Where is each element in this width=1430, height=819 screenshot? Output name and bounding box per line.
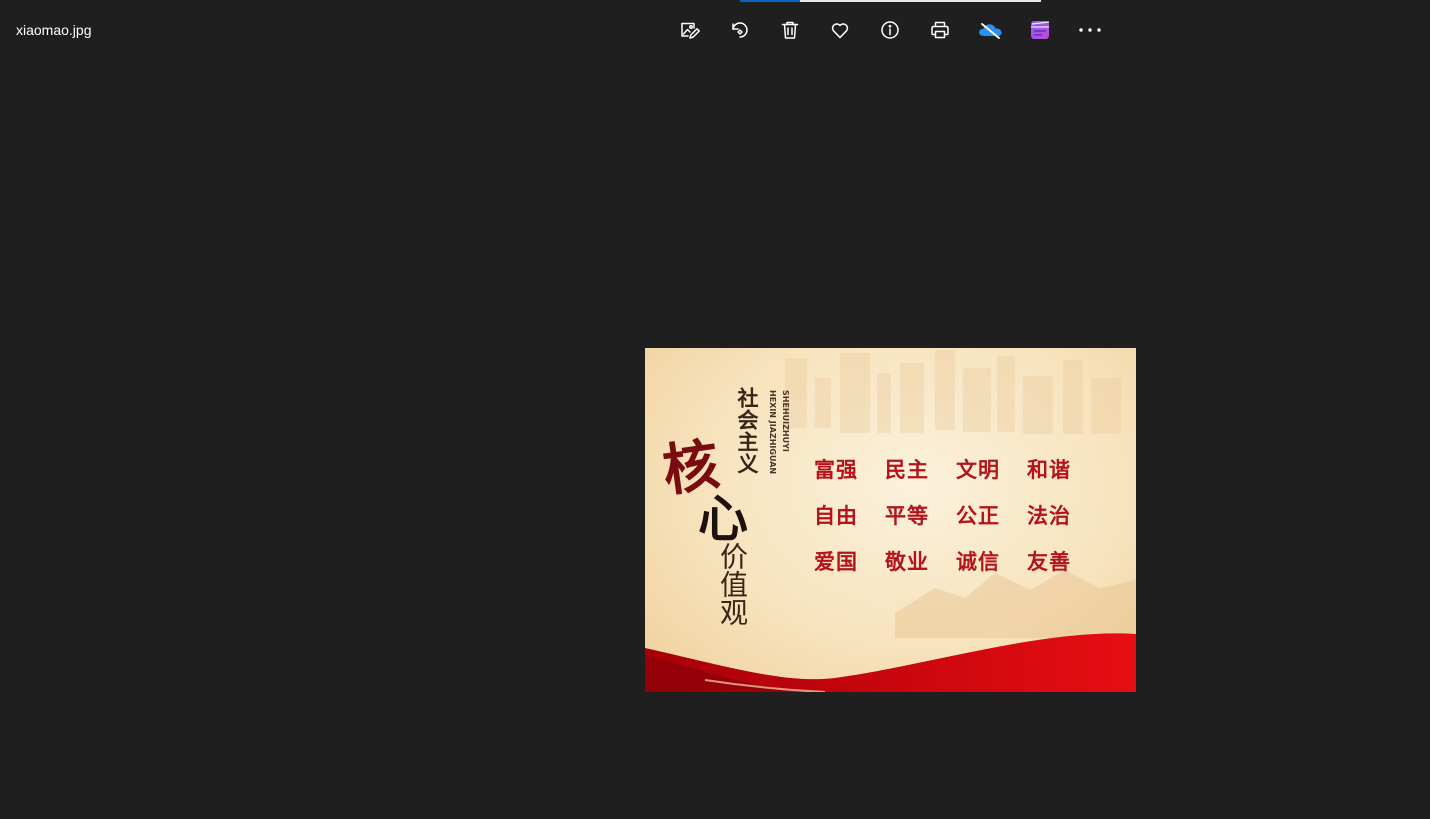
printer-icon	[931, 21, 949, 39]
edit-image-icon	[681, 22, 700, 39]
photo-pinyin-line-1: SHEHUIZHUYI	[781, 390, 790, 452]
core-values-grid: 富强 民主 文明 和谐自由 平等 公正 法治爱国 敬业 诚信 友善	[814, 455, 1098, 593]
edit-image-button[interactable]	[668, 10, 712, 50]
onedrive-button[interactable]	[968, 10, 1012, 50]
core-value-word: 诚信	[956, 550, 1000, 574]
favorite-button[interactable]	[818, 10, 862, 50]
photo-title-char-core-2: 心	[698, 489, 748, 548]
core-value-word: 公正	[956, 504, 1000, 528]
onedrive-cloud-off-icon	[979, 23, 1002, 39]
core-value-word: 友善	[1027, 550, 1071, 574]
core-value-word: 法治	[1027, 504, 1071, 528]
file-info-button[interactable]	[868, 10, 912, 50]
trash-icon	[781, 21, 799, 39]
clipchamp-icon	[1031, 21, 1050, 39]
photo-title-values: 价值观	[716, 542, 749, 626]
delete-button[interactable]	[768, 10, 812, 50]
file-name-title: xiaomao.jpg	[16, 22, 92, 38]
print-button[interactable]	[918, 10, 962, 50]
core-value-word: 和谐	[1027, 458, 1071, 482]
core-value-word: 平等	[885, 504, 929, 528]
core-value-word: 富强	[814, 458, 858, 482]
heart-icon	[831, 23, 849, 39]
rotate-icon	[732, 22, 748, 38]
photo-pinyin-line-2: HEXIN JIAZHIGUAN	[768, 390, 777, 475]
core-value-word: 爱国	[814, 550, 858, 574]
photo-viewer-window: xiaomao.jpg 社会主义 SHEHUIZHUYI HEXIN JIAZH…	[0, 0, 1430, 819]
core-value-word: 文明	[956, 458, 1000, 482]
clipchamp-button[interactable]	[1018, 10, 1062, 50]
viewer-toolbar	[668, 10, 1118, 50]
photo-title-socialism: 社会主义	[735, 387, 760, 475]
loading-progress-bar	[740, 0, 1041, 2]
core-value-word: 敬业	[885, 550, 929, 574]
ellipsis-icon	[1079, 28, 1101, 32]
core-value-word: 民主	[885, 458, 929, 482]
loading-progress-fill	[740, 0, 801, 2]
info-icon	[881, 21, 899, 39]
more-options-button[interactable]	[1068, 10, 1112, 50]
core-value-word: 自由	[814, 504, 858, 528]
rotate-button[interactable]	[718, 10, 762, 50]
